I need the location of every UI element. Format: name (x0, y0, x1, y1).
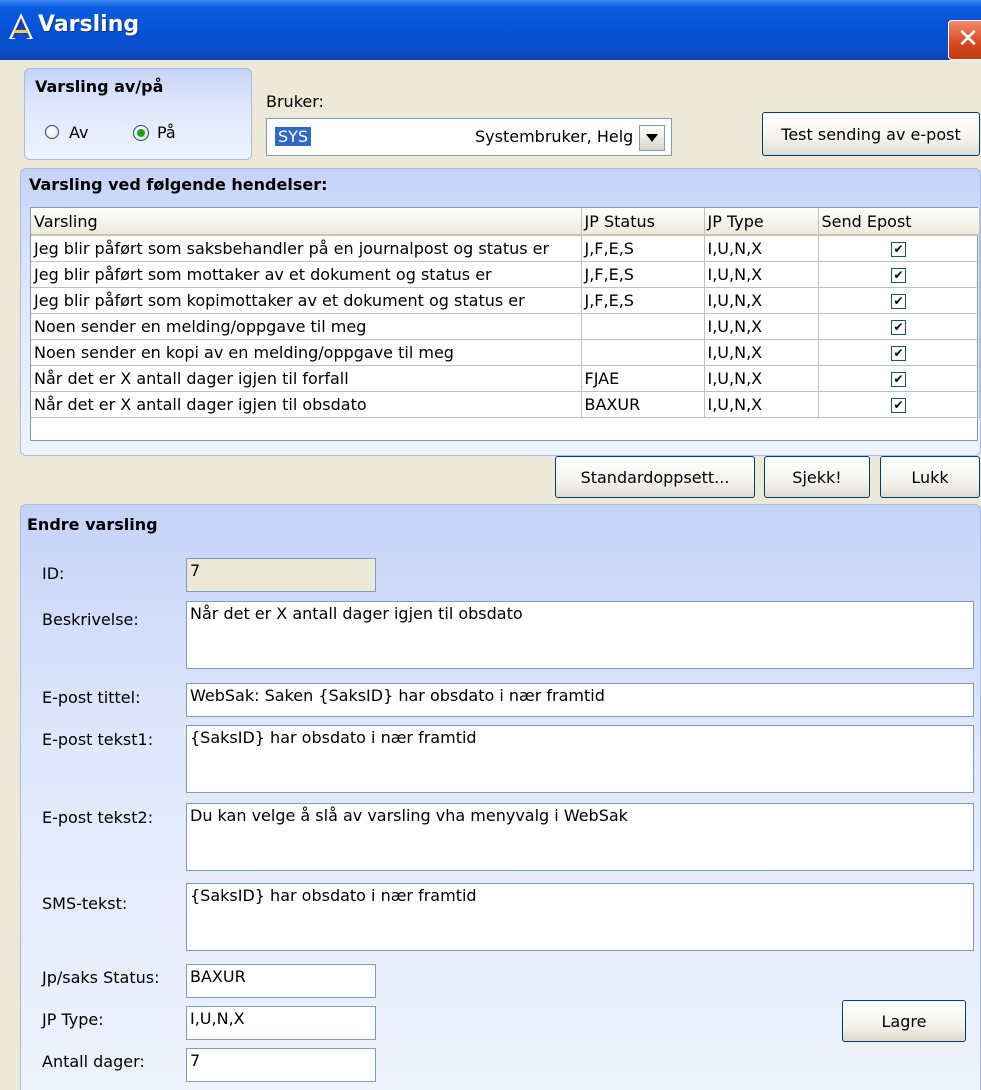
cell-jp-status (581, 313, 705, 340)
table-row[interactable]: Noen sender en kopi av en melding/oppgav… (31, 339, 980, 366)
cell-varsling: Noen sender en melding/oppgave til meg (31, 313, 582, 340)
jp-type-field[interactable]: I,U,N,X (186, 1006, 376, 1040)
user-code: SYS (275, 127, 312, 146)
description-field[interactable]: Når det er X antall dager igjen til obsd… (186, 601, 974, 669)
sms-field[interactable]: {SaksID} har obsdato i nær framtid (186, 883, 974, 951)
send-epost-checkbox[interactable]: ✔ (891, 372, 906, 387)
status-label: Jp/saks Status: (42, 968, 160, 987)
column-header-jp-status[interactable]: JP Status (581, 208, 705, 236)
cell-varsling: Jeg blir påført som mottaker av et dokum… (31, 261, 582, 288)
table-row[interactable]: Jeg blir påført som kopimottaker av et d… (31, 287, 980, 314)
cell-send-epost: ✔ (818, 235, 980, 262)
email-subject-field[interactable]: WebSak: Saken {SaksID} har obsdato i nær… (186, 683, 974, 717)
sms-label: SMS-tekst: (42, 894, 128, 913)
cell-varsling: Når det er X antall dager igjen til obsd… (31, 391, 582, 418)
cell-jp-type: I,U,N,X (704, 287, 819, 314)
table-row[interactable]: Jeg blir påført som mottaker av et dokum… (31, 261, 980, 288)
cell-send-epost: ✔ (818, 287, 980, 314)
jp-type-label: JP Type: (42, 1010, 104, 1029)
events-table: Varsling JP Status JP Type Send Epost Je… (31, 208, 980, 418)
edit-group: Endre varsling (20, 504, 981, 1090)
close-icon: ✕ (957, 24, 979, 54)
column-header-varsling[interactable]: Varsling (31, 208, 582, 236)
cell-jp-type: I,U,N,X (704, 261, 819, 288)
days-label: Antall dager: (42, 1052, 145, 1071)
cell-jp-status: J,F,E,S (581, 261, 705, 288)
cell-send-epost: ✔ (818, 261, 980, 288)
cell-send-epost: ✔ (818, 313, 980, 340)
cell-send-epost: ✔ (818, 391, 980, 418)
events-group-title: Varsling ved følgende hendelser: (29, 175, 328, 194)
cell-jp-status: BAXUR (581, 391, 705, 418)
table-row[interactable]: Når det er X antall dager igjen til forf… (31, 365, 980, 392)
close-window-button[interactable]: ✕ (948, 20, 981, 60)
send-epost-checkbox[interactable]: ✔ (891, 242, 906, 257)
column-header-send-epost[interactable]: Send Epost (818, 208, 980, 236)
save-button[interactable]: Lagre (842, 1000, 966, 1042)
radio-on-label: På (157, 123, 176, 142)
user-select[interactable]: SYS Systembruker, Helg (266, 118, 672, 156)
table-row[interactable]: Noen sender en melding/oppgave til meg I… (31, 313, 980, 340)
standard-setup-button[interactable]: Standardoppsett... (555, 456, 755, 498)
cell-jp-type: I,U,N,X (704, 391, 819, 418)
check-button[interactable]: Sjekk! (764, 456, 870, 498)
radio-off-label: Av (69, 123, 89, 142)
radio-on[interactable]: På (133, 123, 203, 143)
cell-varsling: Jeg blir påført som kopimottaker av et d… (31, 287, 582, 314)
radio-off-button[interactable] (45, 125, 59, 139)
email-text1-field[interactable]: {SaksID} har obsdato i nær framtid (186, 725, 974, 793)
cell-jp-type: I,U,N,X (704, 235, 819, 262)
cell-jp-type: I,U,N,X (704, 339, 819, 366)
send-epost-checkbox[interactable]: ✔ (891, 320, 906, 335)
email-text1-label: E-post tekst1: (42, 730, 154, 749)
cell-jp-status: FJAE (581, 365, 705, 392)
cell-varsling: Jeg blir påført som saksbehandler på en … (31, 235, 582, 262)
send-epost-checkbox[interactable]: ✔ (891, 268, 906, 283)
test-email-button[interactable]: Test sending av e-post (762, 112, 980, 156)
cell-jp-status: J,F,E,S (581, 235, 705, 262)
user-name: Systembruker, Helg (475, 127, 634, 146)
radio-off[interactable]: Av (45, 123, 115, 143)
description-label: Beskrivelse: (42, 610, 139, 629)
chevron-down-icon (646, 134, 658, 142)
cell-send-epost: ✔ (818, 339, 980, 366)
table-row[interactable]: Jeg blir påført som saksbehandler på en … (31, 235, 980, 262)
id-field: 7 (186, 558, 376, 592)
events-grid: Varsling JP Status JP Type Send Epost Je… (30, 207, 980, 441)
cell-jp-type: I,U,N,X (704, 313, 819, 340)
send-epost-checkbox[interactable]: ✔ (891, 294, 906, 309)
cell-send-epost: ✔ (818, 365, 980, 392)
dropdown-arrow-button[interactable] (639, 125, 665, 151)
email-text2-field[interactable]: Du kan velge å slå av varsling vha menyv… (186, 803, 974, 871)
days-field[interactable]: 7 (186, 1048, 376, 1082)
title-bar: Varsling ✕ (0, 0, 981, 60)
status-field[interactable]: BAXUR (186, 964, 376, 998)
radio-on-button[interactable] (133, 125, 149, 141)
id-label: ID: (42, 564, 65, 583)
app-logo-icon (8, 12, 34, 40)
cell-varsling: Når det er X antall dager igjen til forf… (31, 365, 582, 392)
email-subject-label: E-post tittel: (42, 688, 141, 707)
window-title: Varsling (38, 12, 140, 37)
send-epost-checkbox[interactable]: ✔ (891, 398, 906, 413)
edit-group-title: Endre varsling (27, 515, 158, 534)
email-text2-label: E-post tekst2: (42, 808, 154, 827)
cell-jp-status (581, 339, 705, 366)
toggle-group-title: Varsling av/på (35, 77, 164, 96)
cell-jp-type: I,U,N,X (704, 365, 819, 392)
table-header-row: Varsling JP Status JP Type Send Epost (31, 208, 980, 236)
table-row[interactable]: Når det er X antall dager igjen til obsd… (31, 391, 980, 418)
toggle-group: Varsling av/på Av På (24, 68, 252, 160)
column-header-jp-type[interactable]: JP Type (704, 208, 819, 236)
cell-jp-status: J,F,E,S (581, 287, 705, 314)
user-label: Bruker: (266, 92, 324, 111)
close-button[interactable]: Lukk (880, 456, 980, 498)
send-epost-checkbox[interactable]: ✔ (891, 346, 906, 361)
cell-varsling: Noen sender en kopi av en melding/oppgav… (31, 339, 582, 366)
